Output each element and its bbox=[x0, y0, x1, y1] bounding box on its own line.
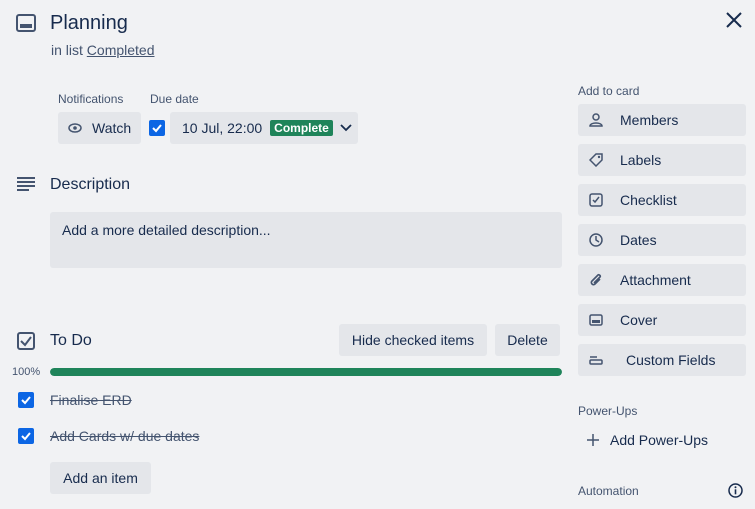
custom-fields-icon bbox=[588, 352, 604, 368]
custom-fields-label: Custom Fields bbox=[626, 352, 716, 368]
list-info: in list Completed bbox=[51, 42, 155, 58]
checklist-icon bbox=[17, 332, 35, 350]
members-label: Members bbox=[620, 112, 679, 128]
due-date-label: Due date bbox=[150, 92, 199, 106]
paperclip-icon bbox=[588, 272, 604, 288]
checklist-button[interactable]: Checklist bbox=[578, 184, 746, 216]
notifications-label: Notifications bbox=[58, 92, 124, 106]
plus-icon bbox=[586, 433, 600, 447]
add-to-card-heading: Add to card bbox=[578, 84, 640, 98]
progress-percent: 100% bbox=[12, 366, 41, 378]
checklist-title[interactable]: To Do bbox=[50, 332, 92, 350]
description-heading: Description bbox=[50, 176, 131, 193]
power-ups-heading: Power-Ups bbox=[578, 404, 638, 418]
attachment-button[interactable]: Attachment bbox=[578, 264, 746, 296]
card-icon bbox=[16, 14, 36, 32]
complete-badge: Complete bbox=[270, 120, 333, 136]
due-date-value: 10 Jul, 22:00 bbox=[182, 120, 263, 136]
close-icon[interactable] bbox=[724, 10, 744, 30]
description-icon bbox=[17, 177, 35, 191]
labels-label: Labels bbox=[620, 152, 662, 168]
tag-icon bbox=[588, 152, 604, 168]
cover-icon bbox=[588, 312, 604, 328]
checklist-small-icon bbox=[588, 192, 604, 208]
info-icon[interactable] bbox=[728, 483, 743, 498]
cover-button[interactable]: Cover bbox=[578, 304, 746, 336]
hide-checked-button[interactable]: Hide checked items bbox=[339, 324, 487, 356]
due-date-checkbox[interactable] bbox=[149, 120, 165, 136]
dates-label: Dates bbox=[620, 232, 657, 248]
person-icon bbox=[588, 112, 604, 128]
delete-checklist-button[interactable]: Delete bbox=[495, 324, 560, 356]
item-checkbox-2[interactable] bbox=[18, 428, 34, 444]
checklist-item-1[interactable]: Finalise ERD bbox=[50, 392, 132, 408]
watch-button[interactable]: Watch bbox=[58, 112, 141, 144]
add-power-ups-button[interactable]: Add Power-Ups bbox=[578, 424, 746, 456]
list-prefix: in list bbox=[51, 42, 83, 58]
progress-fill bbox=[50, 368, 562, 376]
add-power-ups-label: Add Power-Ups bbox=[610, 432, 709, 448]
item-checkbox-1[interactable] bbox=[18, 392, 34, 408]
watch-label: Watch bbox=[92, 120, 132, 136]
checklist-label: Checklist bbox=[620, 192, 677, 208]
hide-checked-label: Hide checked items bbox=[351, 332, 475, 348]
chevron-down-icon bbox=[340, 124, 352, 132]
custom-fields-button[interactable]: Custom Fields bbox=[578, 344, 746, 376]
clock-icon bbox=[588, 232, 604, 248]
attachment-label: Attachment bbox=[620, 272, 691, 288]
add-item-button[interactable]: Add an item bbox=[50, 462, 151, 494]
eye-icon bbox=[68, 123, 82, 133]
dates-button[interactable]: Dates bbox=[578, 224, 746, 256]
list-link[interactable]: Completed bbox=[87, 42, 155, 58]
description-placeholder: Add a more detailed description... bbox=[62, 222, 271, 238]
cover-label: Cover bbox=[620, 312, 658, 328]
automation-heading: Automation bbox=[578, 484, 639, 498]
checklist-item-2[interactable]: Add Cards w/ due dates bbox=[50, 428, 199, 444]
members-button[interactable]: Members bbox=[578, 104, 746, 136]
progress-track bbox=[50, 368, 562, 376]
delete-label: Delete bbox=[507, 332, 548, 348]
description-input[interactable]: Add a more detailed description... bbox=[50, 212, 562, 268]
card-title[interactable]: Planning bbox=[50, 12, 128, 35]
add-item-label: Add an item bbox=[63, 470, 138, 486]
due-date-button[interactable]: 10 Jul, 22:00 Complete bbox=[170, 112, 358, 144]
labels-button[interactable]: Labels bbox=[578, 144, 746, 176]
